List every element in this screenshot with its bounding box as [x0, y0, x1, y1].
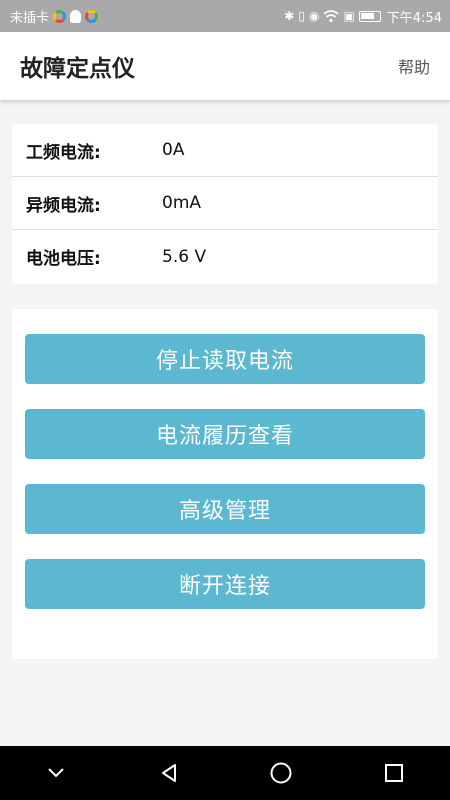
- actions-card: 停止读取电流 电流履历查看 高级管理 断开连接: [12, 309, 438, 659]
- reading-label: 异频电流:: [26, 195, 101, 216]
- app-bar: 故障定点仪 帮助: [0, 32, 450, 100]
- back-icon[interactable]: [149, 753, 189, 793]
- status-bar: 未插卡 ✱ ▯ ◉ ▣ 下午4:54: [0, 0, 450, 32]
- home-icon[interactable]: [261, 753, 301, 793]
- page-title: 故障定点仪: [20, 56, 135, 82]
- recents-icon[interactable]: [374, 753, 414, 793]
- app-notification-icon: [53, 9, 67, 23]
- app-notification-icon: [85, 9, 99, 23]
- help-button[interactable]: 帮助: [398, 54, 430, 78]
- reading-value: 0A: [162, 140, 185, 160]
- current-history-button[interactable]: 电流履历查看: [25, 409, 425, 459]
- reading-value: 0mA: [162, 193, 202, 213]
- advanced-management-button[interactable]: 高级管理: [25, 484, 425, 534]
- reading-label: 电池电压:: [26, 249, 101, 269]
- reading-row-battery-voltage: 电池电压: 5.6 V: [12, 230, 438, 283]
- stop-reading-current-button[interactable]: 停止读取电流: [25, 334, 425, 384]
- disconnect-button[interactable]: 断开连接: [25, 559, 425, 609]
- carrier-text: 未插卡: [10, 10, 50, 26]
- wifi-icon: [323, 9, 339, 22]
- qq-notification-icon: [70, 9, 82, 23]
- clock: 下午4:54: [386, 10, 442, 26]
- collapse-icon[interactable]: [36, 753, 76, 793]
- navigation-bar: [0, 746, 450, 800]
- battery-icon: [358, 10, 381, 22]
- reading-row-variable-frequency: 异频电流: 0mA: [12, 177, 438, 230]
- sim-icon: ▣: [343, 9, 355, 23]
- status-bar-right: ✱ ▯ ◉ ▣ 下午4:54: [284, 7, 442, 26]
- reading-label: 工频电流:: [26, 142, 101, 163]
- readings-card: 工频电流: 0A 异频电流: 0mA 电池电压: 5.6 V: [12, 124, 438, 284]
- bluetooth-icon: ✱: [284, 9, 295, 23]
- eye-icon: ◉: [308, 9, 320, 23]
- vibrate-icon: ▯: [298, 9, 305, 23]
- reading-row-power-frequency: 工频电流: 0A: [12, 124, 438, 177]
- status-bar-left: 未插卡: [10, 7, 99, 26]
- reading-value: 5.6 V: [162, 246, 207, 267]
